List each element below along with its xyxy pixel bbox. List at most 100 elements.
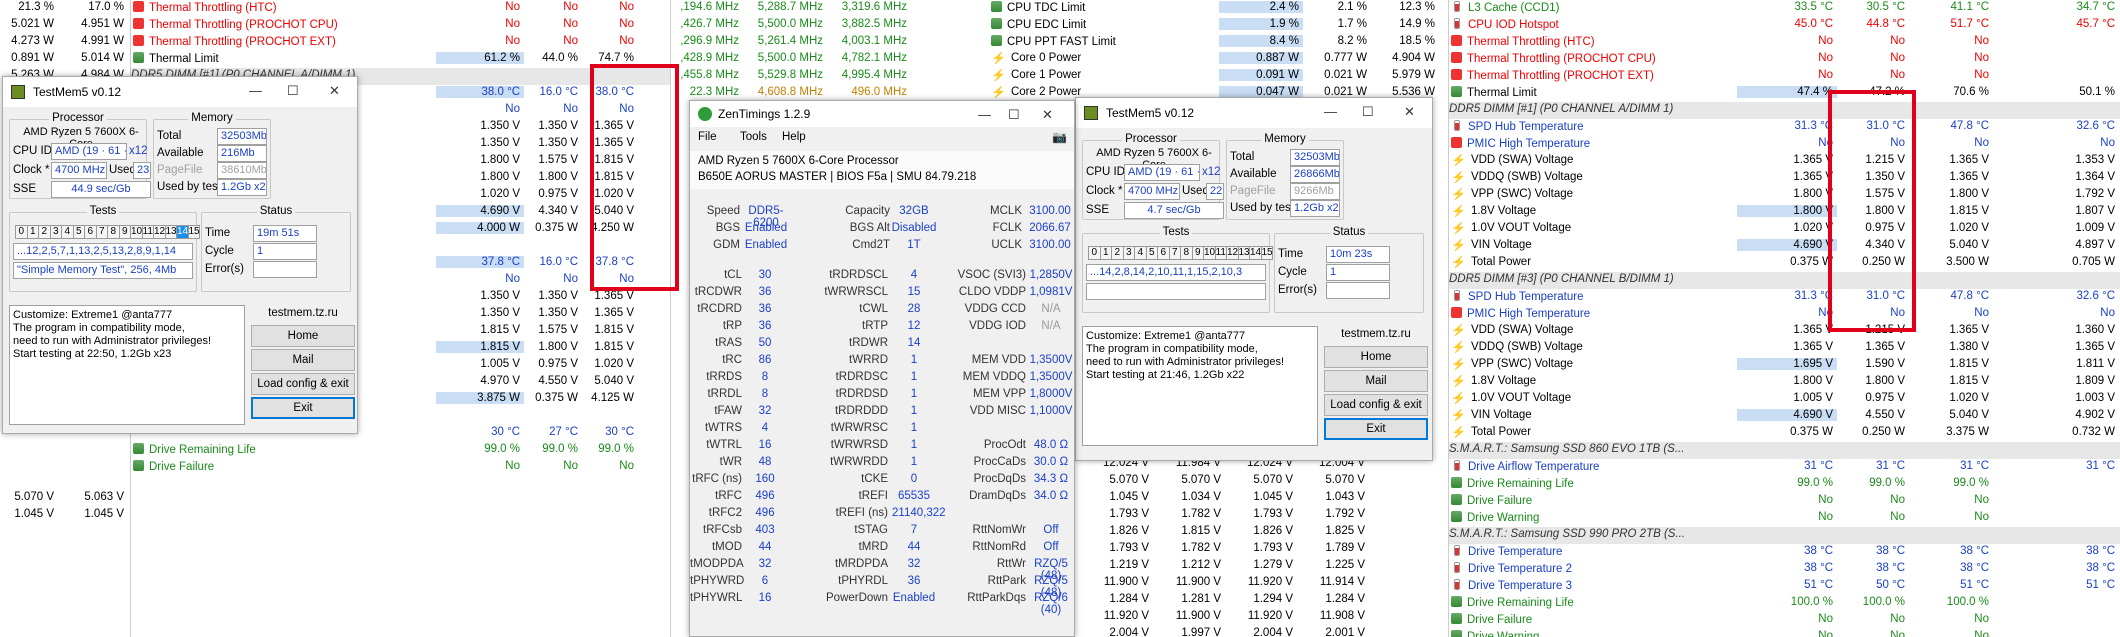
table-row[interactable]: ⚡Core 1 Power0.091 W0.021 W5.979 W0.235 … bbox=[989, 68, 1476, 85]
cycle-field[interactable]: 1 bbox=[253, 243, 317, 260]
usedby-field[interactable]: 1.2Gb x23 bbox=[217, 179, 267, 196]
table-row[interactable]: ⚡ VDD (SWA) Voltage 1.365 V 1.215 V 1.365 V1… bbox=[1449, 153, 2120, 170]
avail-field[interactable]: 216Mb bbox=[217, 145, 267, 162]
site-link[interactable]: testmem.tz.ru bbox=[251, 307, 355, 319]
table-row[interactable]: CPU IOD Hotspot 45.0 °C 44.8 °C 51.7 °C 45.7… bbox=[1449, 17, 2120, 34]
table-row[interactable]: Drive Warning No No No bbox=[1449, 629, 2120, 637]
close-icon[interactable]: ✕ bbox=[1042, 107, 1053, 123]
table-row[interactable]: ⚡ 1.8V Voltage 1.800 V 1.800 V 1.815 V 1.809 … bbox=[1449, 374, 2120, 391]
sse-field[interactable]: 44.9 sec/Gb bbox=[51, 181, 151, 198]
used-field[interactable]: 22 bbox=[1206, 183, 1224, 200]
clock-field[interactable]: 4700 MHz bbox=[51, 162, 107, 179]
home-button[interactable]: Home bbox=[1324, 346, 1428, 368]
table-row[interactable]: ⚡ VDDQ (SWB) Voltage 1.365 V 1.365 V 1.380 V… bbox=[1449, 340, 2120, 357]
sensor-value: 1.350 V bbox=[538, 307, 578, 319]
table-row[interactable]: Drive Airflow Temperature 31 °C 31 °C 31 °C… bbox=[1449, 459, 2120, 476]
table-row[interactable]: Thermal Throttling (HTC) No No No bbox=[1449, 34, 2120, 51]
menu-item-file[interactable]: File bbox=[698, 131, 717, 143]
minimize-icon[interactable]: — bbox=[978, 107, 991, 122]
table-row[interactable]: ⚡Core 0 Power0.887 W0.777 W4.904 W0.897 … bbox=[989, 51, 1476, 68]
table-row[interactable]: Drive Failure No No No bbox=[1449, 493, 2120, 510]
table-row[interactable]: Drive Failure No No No bbox=[1449, 612, 2120, 629]
testmem-window-2[interactable]: TestMem5 v0.12— ☐ ✕ Processor AMD Ryzen 5 76… bbox=[1075, 97, 1433, 461]
minimize-icon[interactable]: — bbox=[249, 83, 262, 98]
table-row[interactable]: Drive Temperature 3 51 °C 50 °C 51 °C 51 °C bbox=[1449, 578, 2120, 595]
table-row[interactable]: ⚡ Total Power 0.375 W 0.250 W 3.375 W 0.732 W bbox=[1449, 425, 2120, 442]
table-row[interactable]: Thermal Throttling (HTC) No No No bbox=[131, 0, 670, 17]
table-row[interactable]: Drive Temperature 2 38 °C 38 °C 38 °C 38 °C bbox=[1449, 561, 2120, 578]
table-row[interactable]: Drive Remaining Life 100.0 % 100.0 % 100.0 … bbox=[1449, 595, 2120, 612]
table-row[interactable]: PMIC High Temperature No No No No bbox=[1449, 306, 2120, 323]
maximize-icon[interactable]: ☐ bbox=[1362, 104, 1374, 120]
total-field[interactable]: 32503Mb bbox=[217, 128, 267, 145]
maximize-icon[interactable]: ☐ bbox=[287, 83, 299, 99]
table-row[interactable]: ⚡ VPP (SWC) Voltage 1.695 V 1.590 V 1.815 V 1… bbox=[1449, 357, 2120, 374]
sse-field[interactable]: 4.7 sec/Gb bbox=[1124, 202, 1224, 219]
sensor-label: Thermal Throttling (PROCHOT CPU) bbox=[149, 19, 338, 31]
cpuid-field[interactable]: AMD (19 · 61 · 2) bbox=[51, 143, 127, 160]
table-row[interactable]: CPU PPT FAST Limit8.4 %8.2 %18.5 %9.5 % bbox=[989, 34, 1476, 51]
errors-field[interactable] bbox=[253, 261, 317, 278]
sensor-section-header[interactable]: S.M.A.R.T.: Samsung SSD 860 EVO 1TB (S..… bbox=[1449, 442, 2120, 459]
sensor-section-header[interactable]: DDR5 DIMM [#1] (P0 CHANNEL A/DIMM 1) bbox=[1449, 102, 2120, 119]
table-row[interactable]: ⚡ 1.0V VOUT Voltage 1.020 V 0.975 V 1.020 V1… bbox=[1449, 221, 2120, 238]
table-row[interactable]: Thermal Throttling (PROCHOT CPU) No No No bbox=[131, 17, 670, 34]
table-row[interactable]: Drive Failure No No No bbox=[131, 459, 670, 476]
close-icon[interactable]: ✕ bbox=[329, 83, 340, 99]
menu-item-tools[interactable]: Tools bbox=[740, 131, 767, 143]
sensor-section-header[interactable]: DDR5 DIMM [#3] (P0 CHANNEL B/DIMM 1) bbox=[1449, 272, 2120, 289]
sensor-section-header[interactable]: S.M.A.R.T.: Samsung SSD 990 PRO 2TB (S..… bbox=[1449, 527, 2120, 544]
load-config-button[interactable]: Load config & exit bbox=[251, 373, 355, 395]
close-icon[interactable]: ✕ bbox=[1404, 104, 1415, 120]
screenshot-icon[interactable]: 📷 bbox=[1052, 130, 1067, 144]
table-row[interactable]: ⚡ VDD (SWA) Voltage 1.365 V 1.215 V 1.365 V1… bbox=[1449, 323, 2120, 340]
mail-button[interactable]: Mail bbox=[251, 349, 355, 371]
table-row[interactable]: PMIC High Temperature No No No No bbox=[1449, 136, 2120, 153]
table-row[interactable]: ⚡ VIN Voltage 4.690 V 4.550 V 5.040 V 4.902 V bbox=[1449, 408, 2120, 425]
zentimings-window[interactable]: ZenTimings 1.2.9 — ☐ ✕ File Tools Help 📷 AMD… bbox=[689, 100, 1075, 637]
table-row[interactable]: Drive Remaining Life 99.0 % 99.0 % 99.0 % bbox=[131, 442, 670, 459]
table-row[interactable]: SPD Hub Temperature 31.3 °C 31.0 °C 47.8 °C… bbox=[1449, 289, 2120, 306]
table-row[interactable]: Drive Warning No No No bbox=[1449, 510, 2120, 527]
exit-button[interactable]: Exit bbox=[1324, 418, 1428, 440]
table-row[interactable]: ⚡ 1.8V Voltage 1.800 V 1.800 V 1.815 V 1.807 … bbox=[1449, 204, 2120, 221]
table-row[interactable]: ⚡ VDDQ (SWB) Voltage 1.365 V 1.350 V 1.365 V… bbox=[1449, 170, 2120, 187]
table-row[interactable]: CPU TDC Limit2.4 %2.1 %12.3 %3.5 % bbox=[989, 0, 1476, 17]
pagefile-field[interactable]: 9266Mb bbox=[1290, 183, 1340, 200]
usedby-field[interactable]: 1.2Gb x22 bbox=[1290, 200, 1340, 217]
testmem-window-1[interactable]: TestMem5 v0.12— ☐ ✕ Processor AMD Ryzen 5 76… bbox=[2, 76, 358, 434]
timing-value: 48.0 Ω bbox=[1033, 439, 1069, 451]
mail-button[interactable]: Mail bbox=[1324, 370, 1428, 392]
table-row[interactable]: ⚡ VIN Voltage 4.690 V 4.340 V 5.040 V 4.897 V bbox=[1449, 238, 2120, 255]
site-link[interactable]: testmem.tz.ru bbox=[1324, 328, 1428, 340]
menu-item-help[interactable]: Help bbox=[782, 131, 806, 143]
table-row[interactable]: L3 Cache (CCD1) 33.5 °C 30.5 °C 41.1 °C 34.7… bbox=[1449, 0, 2120, 17]
clock-field[interactable]: 4700 MHz bbox=[1124, 183, 1180, 200]
table-row[interactable]: ⚡ Total Power 0.375 W 0.250 W 3.500 W 0.705 W bbox=[1449, 255, 2120, 272]
minimize-icon[interactable]: — bbox=[1324, 104, 1337, 119]
table-row[interactable]: Thermal Throttling (PROCHOT EXT) No No No bbox=[131, 34, 670, 51]
home-button[interactable]: Home bbox=[251, 325, 355, 347]
table-row[interactable]: Thermal Throttling (PROCHOT CPU) No No No bbox=[1449, 51, 2120, 68]
table-row[interactable]: Thermal Throttling (PROCHOT EXT) No No No bbox=[1449, 68, 2120, 85]
table-row[interactable]: SPD Hub Temperature 31.3 °C 31.0 °C 47.8 °C… bbox=[1449, 119, 2120, 136]
cycle-field[interactable]: 1 bbox=[1326, 264, 1390, 281]
time-field[interactable]: 19m 51s bbox=[253, 225, 317, 242]
table-row[interactable]: Drive Remaining Life 99.0 % 99.0 % 99.0 % bbox=[1449, 476, 2120, 493]
avail-field[interactable]: 26866Mb bbox=[1290, 166, 1340, 183]
pagefile-field[interactable]: 38610Mb bbox=[217, 162, 267, 179]
sensor-label-cell: ⚡ 1.8V Voltage bbox=[1449, 375, 1737, 387]
errors-field[interactable] bbox=[1326, 282, 1390, 299]
table-row[interactable]: ⚡ VPP (SWC) Voltage 1.800 V 1.575 V 1.800 V1… bbox=[1449, 187, 2120, 204]
table-row[interactable]: ⚡ 1.0V VOUT Voltage 1.005 V 0.975 V 1.020 V 1… bbox=[1449, 391, 2120, 408]
used-field[interactable]: 23 bbox=[133, 162, 151, 179]
table-row[interactable]: Thermal Limit 47.4 % 47.2 % 70.6 % 50.1 % bbox=[1449, 85, 2120, 102]
cpuid-field[interactable]: AMD (19 · 61 · 2) bbox=[1124, 164, 1200, 181]
table-row[interactable]: CPU EDC Limit1.9 %1.7 %14.9 %2.8 % bbox=[989, 17, 1476, 34]
total-field[interactable]: 32503Mb bbox=[1290, 149, 1340, 166]
time-field[interactable]: 10m 23s bbox=[1326, 246, 1390, 263]
table-row[interactable]: Drive Temperature 38 °C 38 °C 38 °C 38 °C bbox=[1449, 544, 2120, 561]
load-config-button[interactable]: Load config & exit bbox=[1324, 394, 1428, 416]
exit-button[interactable]: Exit bbox=[251, 397, 355, 419]
maximize-icon[interactable]: ☐ bbox=[1008, 107, 1020, 123]
